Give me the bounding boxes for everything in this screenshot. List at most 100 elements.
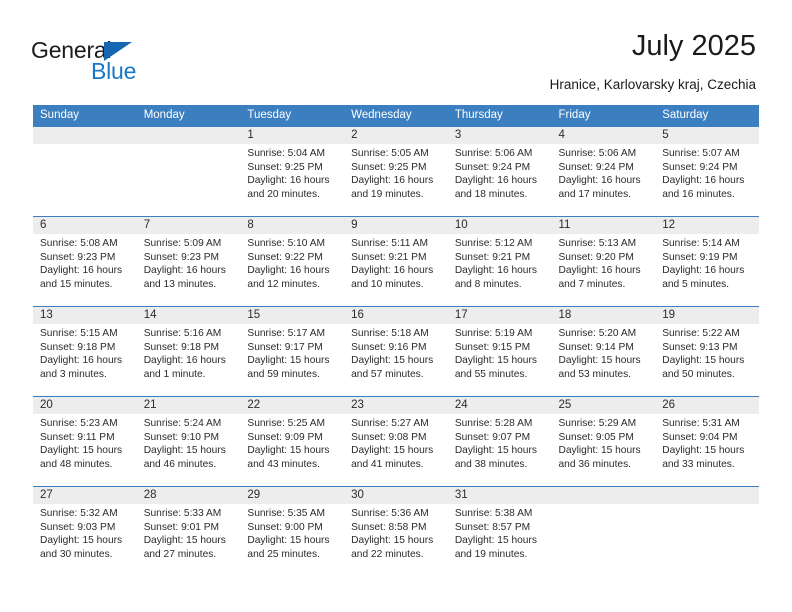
calendar-day-cell[interactable]: 25 Sunrise: 5:29 AM Sunset: 9:05 PM Dayli… (551, 396, 656, 486)
calendar-day-cell[interactable]: 18 Sunrise: 5:20 AM Sunset: 9:14 PM Dayli… (551, 306, 656, 396)
calendar-cell-body: 18 Sunrise: 5:20 AM Sunset: 9:14 PM Dayli… (551, 306, 656, 396)
calendar-day-cell[interactable]: 27 Sunrise: 5:32 AM Sunset: 9:03 PM Dayli… (33, 486, 137, 576)
sun-times-details: Sunrise: 5:31 AM Sunset: 9:04 PM Dayligh… (662, 418, 745, 470)
calendar-day-cell[interactable]: 28 Sunrise: 5:33 AM Sunset: 9:01 PM Dayli… (136, 486, 241, 576)
page-title: July 2025 (631, 30, 756, 62)
calendar-cell-body: 31 Sunrise: 5:38 AM Sunset: 8:57 PM Dayli… (447, 486, 552, 576)
calendar-day-cell[interactable]: 21 Sunrise: 5:24 AM Sunset: 9:10 PM Dayli… (136, 396, 241, 486)
calendar-cell-body (136, 126, 241, 216)
calendar-cell-body: 19 Sunrise: 5:22 AM Sunset: 9:13 PM Dayli… (655, 306, 759, 396)
weekday-header-saturday: Saturday (655, 105, 759, 126)
sun-times-details: Sunrise: 5:05 AM Sunset: 9:25 PM Dayligh… (351, 148, 434, 200)
calendar-day-cell[interactable]: 15 Sunrise: 5:17 AM Sunset: 9:17 PM Dayli… (240, 306, 345, 396)
day-number: 4 (551, 127, 656, 144)
calendar-day-cell[interactable]: 4 Sunrise: 5:06 AM Sunset: 9:24 PM Daylig… (551, 126, 656, 216)
day-number: 25 (551, 397, 656, 414)
calendar-day-cell[interactable]: 17 Sunrise: 5:19 AM Sunset: 9:15 PM Dayli… (447, 306, 552, 396)
day-number: 2 (344, 127, 448, 144)
day-number: 18 (551, 307, 656, 324)
calendar-day-cell[interactable]: 30 Sunrise: 5:36 AM Sunset: 8:58 PM Dayli… (344, 486, 448, 576)
day-number: 7 (136, 217, 241, 234)
calendar-week-row: 13 Sunrise: 5:15 AM Sunset: 9:18 PM Dayli… (33, 306, 759, 396)
day-number: 22 (240, 397, 345, 414)
calendar-day-cell[interactable]: 1 Sunrise: 5:04 AM Sunset: 9:25 PM Daylig… (240, 126, 345, 216)
month-calendar-grid: Sunday Monday Tuesday Wednesday Thursday… (33, 105, 759, 576)
weekday-header-wednesday: Wednesday (344, 105, 448, 126)
calendar-day-cell[interactable]: 24 Sunrise: 5:28 AM Sunset: 9:07 PM Dayli… (447, 396, 552, 486)
calendar-day-cell[interactable]: 29 Sunrise: 5:35 AM Sunset: 9:00 PM Dayli… (240, 486, 345, 576)
calendar-weeks: 1 Sunrise: 5:04 AM Sunset: 9:25 PM Daylig… (33, 126, 759, 576)
calendar-cell-body: 21 Sunrise: 5:24 AM Sunset: 9:10 PM Dayli… (136, 396, 241, 486)
calendar-cell-body: 26 Sunrise: 5:31 AM Sunset: 9:04 PM Dayli… (655, 396, 759, 486)
sun-times-details: Sunrise: 5:32 AM Sunset: 9:03 PM Dayligh… (40, 508, 123, 560)
calendar-cell-empty (551, 486, 656, 576)
calendar-cell-empty (655, 486, 759, 576)
sun-times-details: Sunrise: 5:08 AM Sunset: 9:23 PM Dayligh… (40, 238, 123, 290)
calendar-day-cell[interactable]: 31 Sunrise: 5:38 AM Sunset: 8:57 PM Dayli… (447, 486, 552, 576)
calendar-day-cell[interactable]: 20 Sunrise: 5:23 AM Sunset: 9:11 PM Dayli… (33, 396, 137, 486)
calendar-page: General Blue July 2025 Hranice, Karlovar… (0, 0, 792, 612)
sun-times-details: Sunrise: 5:14 AM Sunset: 9:19 PM Dayligh… (662, 238, 745, 290)
day-number: 3 (447, 127, 552, 144)
calendar-day-cell[interactable]: 13 Sunrise: 5:15 AM Sunset: 9:18 PM Dayli… (33, 306, 137, 396)
calendar-cell-empty (33, 126, 137, 216)
day-number: 31 (447, 487, 552, 504)
calendar-day-cell[interactable]: 3 Sunrise: 5:06 AM Sunset: 9:24 PM Daylig… (447, 126, 552, 216)
calendar-day-cell[interactable]: 2 Sunrise: 5:05 AM Sunset: 9:25 PM Daylig… (344, 126, 448, 216)
calendar-day-cell[interactable]: 12 Sunrise: 5:14 AM Sunset: 9:19 PM Dayli… (655, 216, 759, 306)
calendar-day-cell[interactable]: 10 Sunrise: 5:12 AM Sunset: 9:21 PM Dayli… (447, 216, 552, 306)
sun-times-details: Sunrise: 5:06 AM Sunset: 9:24 PM Dayligh… (558, 148, 641, 200)
calendar-week-row: 27 Sunrise: 5:32 AM Sunset: 9:03 PM Dayli… (33, 486, 759, 576)
calendar-cell-body: 7 Sunrise: 5:09 AM Sunset: 9:23 PM Daylig… (136, 216, 241, 306)
calendar-cell-body (655, 486, 759, 576)
calendar-cell-body: 30 Sunrise: 5:36 AM Sunset: 8:58 PM Dayli… (344, 486, 448, 576)
day-number: 1 (240, 127, 345, 144)
sun-times-details: Sunrise: 5:25 AM Sunset: 9:09 PM Dayligh… (247, 418, 330, 470)
calendar-cell-body: 12 Sunrise: 5:14 AM Sunset: 9:19 PM Dayli… (655, 216, 759, 306)
calendar-cell-body: 22 Sunrise: 5:25 AM Sunset: 9:09 PM Dayli… (240, 396, 345, 486)
calendar-day-cell[interactable]: 5 Sunrise: 5:07 AM Sunset: 9:24 PM Daylig… (655, 126, 759, 216)
page-header: General Blue July 2025 Hranice, Karlovar… (0, 0, 792, 103)
sun-times-details: Sunrise: 5:10 AM Sunset: 9:22 PM Dayligh… (247, 238, 330, 290)
sun-times-details: Sunrise: 5:38 AM Sunset: 8:57 PM Dayligh… (454, 508, 537, 560)
weekday-header-thursday: Thursday (447, 105, 552, 126)
calendar-day-cell[interactable]: 14 Sunrise: 5:16 AM Sunset: 9:18 PM Dayli… (136, 306, 241, 396)
day-number: 6 (33, 217, 137, 234)
calendar-day-cell[interactable]: 9 Sunrise: 5:11 AM Sunset: 9:21 PM Daylig… (344, 216, 448, 306)
day-number (33, 127, 137, 144)
calendar-cell-body: 16 Sunrise: 5:18 AM Sunset: 9:16 PM Dayli… (344, 306, 448, 396)
sun-times-details: Sunrise: 5:17 AM Sunset: 9:17 PM Dayligh… (247, 328, 330, 380)
sun-times-details: Sunrise: 5:24 AM Sunset: 9:10 PM Dayligh… (143, 418, 226, 470)
day-number: 27 (33, 487, 137, 504)
calendar-cell-body: 2 Sunrise: 5:05 AM Sunset: 9:25 PM Daylig… (344, 126, 448, 216)
sun-times-details: Sunrise: 5:19 AM Sunset: 9:15 PM Dayligh… (454, 328, 537, 380)
calendar-cell-empty (136, 126, 241, 216)
weekday-header-sunday: Sunday (33, 105, 137, 126)
general-blue-logo: General Blue (31, 37, 176, 85)
calendar-cell-body: 15 Sunrise: 5:17 AM Sunset: 9:17 PM Dayli… (240, 306, 345, 396)
calendar-day-cell[interactable]: 26 Sunrise: 5:31 AM Sunset: 9:04 PM Dayli… (655, 396, 759, 486)
calendar-week-row: 1 Sunrise: 5:04 AM Sunset: 9:25 PM Daylig… (33, 126, 759, 216)
calendar-cell-body: 14 Sunrise: 5:16 AM Sunset: 9:18 PM Dayli… (136, 306, 241, 396)
calendar-day-cell[interactable]: 7 Sunrise: 5:09 AM Sunset: 9:23 PM Daylig… (136, 216, 241, 306)
calendar-day-cell[interactable]: 11 Sunrise: 5:13 AM Sunset: 9:20 PM Dayli… (551, 216, 656, 306)
calendar-day-cell[interactable]: 22 Sunrise: 5:25 AM Sunset: 9:09 PM Dayli… (240, 396, 345, 486)
calendar-cell-body: 1 Sunrise: 5:04 AM Sunset: 9:25 PM Daylig… (240, 126, 345, 216)
calendar-cell-body: 9 Sunrise: 5:11 AM Sunset: 9:21 PM Daylig… (344, 216, 448, 306)
calendar-day-cell[interactable]: 8 Sunrise: 5:10 AM Sunset: 9:22 PM Daylig… (240, 216, 345, 306)
day-number (136, 127, 241, 144)
sun-times-details: Sunrise: 5:09 AM Sunset: 9:23 PM Dayligh… (143, 238, 226, 290)
calendar-day-cell[interactable]: 16 Sunrise: 5:18 AM Sunset: 9:16 PM Dayli… (344, 306, 448, 396)
weekday-header-monday: Monday (136, 105, 241, 126)
calendar-cell-body: 13 Sunrise: 5:15 AM Sunset: 9:18 PM Dayli… (33, 306, 137, 396)
day-number: 20 (33, 397, 137, 414)
calendar-cell-body: 5 Sunrise: 5:07 AM Sunset: 9:24 PM Daylig… (655, 126, 759, 216)
calendar-day-cell[interactable]: 23 Sunrise: 5:27 AM Sunset: 9:08 PM Dayli… (344, 396, 448, 486)
weekday-header-tuesday: Tuesday (240, 105, 345, 126)
sun-times-details: Sunrise: 5:36 AM Sunset: 8:58 PM Dayligh… (351, 508, 434, 560)
day-number: 19 (655, 307, 759, 324)
page-subtitle-location: Hranice, Karlovarsky kraj, Czechia (549, 77, 756, 92)
calendar-day-cell[interactable]: 6 Sunrise: 5:08 AM Sunset: 9:23 PM Daylig… (33, 216, 137, 306)
calendar-day-cell[interactable]: 19 Sunrise: 5:22 AM Sunset: 9:13 PM Dayli… (655, 306, 759, 396)
logo-text-blue: Blue (91, 58, 137, 84)
